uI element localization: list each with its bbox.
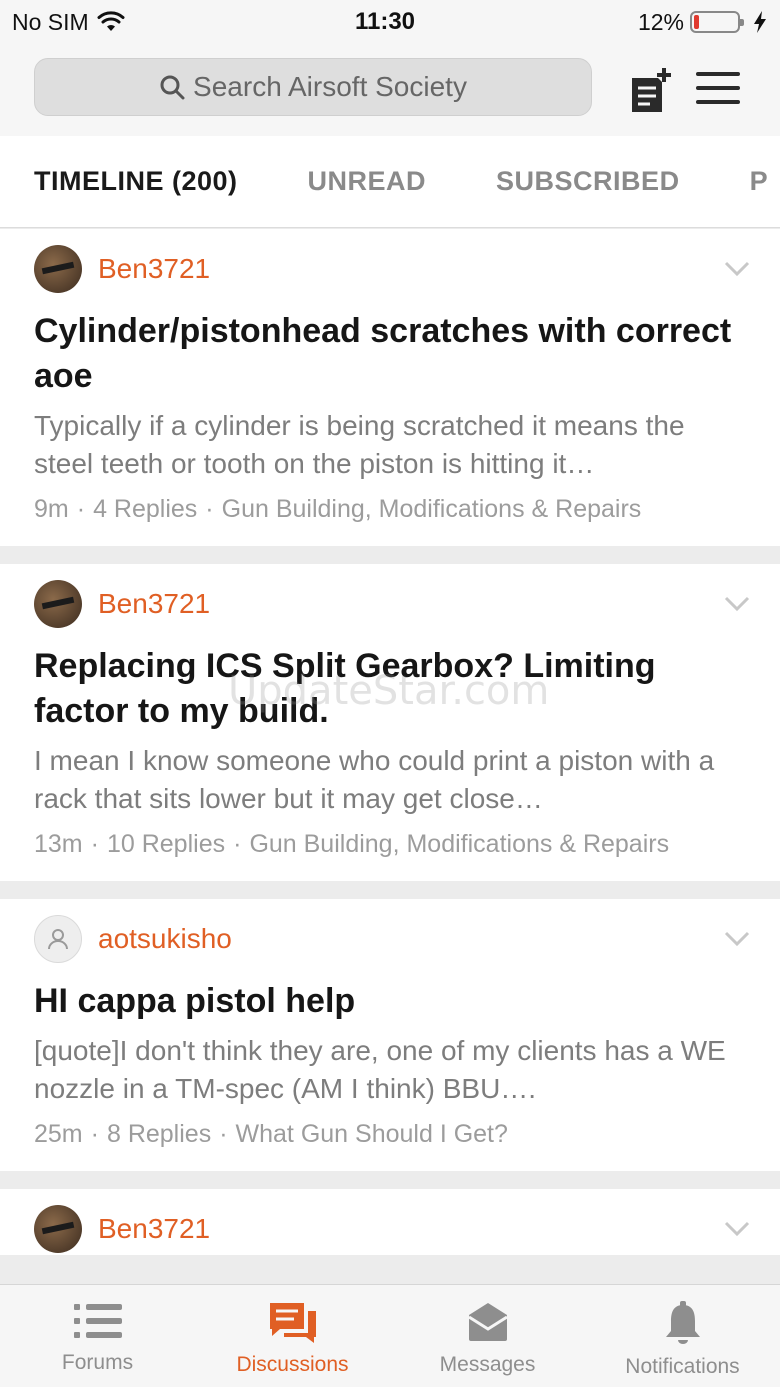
wifi-icon — [97, 11, 125, 31]
thread-replies: 4 Replies — [93, 495, 198, 523]
thread-meta: 9m · 4 Replies · Gun Building, Modifications… — [34, 495, 642, 523]
nav-forums[interactable]: Forums — [0, 1285, 195, 1387]
new-post-button[interactable] — [628, 66, 672, 116]
thread-header: aotsukisho — [34, 913, 746, 965]
bottom-nav: Forums Discussions Messages Notification… — [0, 1284, 780, 1387]
thread-time: 25m — [34, 1120, 83, 1148]
hamburger-icon-line — [696, 86, 740, 90]
tab-subscribed[interactable]: SUBSCRIBED — [496, 166, 680, 197]
chevron-down-icon[interactable] — [724, 596, 750, 612]
status-left: No SIM — [12, 9, 272, 36]
thread-card[interactable]: Ben3721 Replacing ICS Split Gearbox? Lim… — [0, 564, 780, 881]
status-bar: No SIM 11:30 12% — [0, 0, 780, 44]
chat-bubbles-icon — [269, 1303, 316, 1343]
thread-author[interactable]: Ben3721 — [98, 253, 210, 285]
thread-forum[interactable]: Gun Building, Modifications & Repairs — [249, 830, 669, 858]
thread-time: 9m — [34, 495, 69, 523]
list-icon — [73, 1304, 122, 1338]
thread-author[interactable]: Ben3721 — [98, 588, 210, 620]
thread-card[interactable]: Ben3721 Cylinder/pistonhead scratches wi… — [0, 229, 780, 546]
tab-unread[interactable]: UNREAD — [308, 166, 427, 197]
nav-discussions-label: Discussions — [236, 1353, 349, 1376]
thread-header: Ben3721 — [34, 1203, 746, 1255]
chevron-down-icon[interactable] — [724, 1221, 750, 1237]
nav-notifications[interactable]: Notifications — [585, 1285, 780, 1387]
hamburger-icon-line — [696, 100, 740, 104]
thread-snippet: I mean I know someone who could print a … — [34, 745, 715, 814]
thread-meta: 25m · 8 Replies · What Gun Should I Get? — [34, 1120, 508, 1148]
chevron-down-icon[interactable] — [724, 931, 750, 947]
thread-snippet: [quote]I don't think they are, one of my… — [34, 1035, 726, 1104]
tab-partial[interactable]: P — [750, 166, 769, 197]
nav-notifications-label: Notifications — [625, 1355, 740, 1378]
battery-percent: 12% — [637, 8, 684, 35]
charging-bolt-icon — [754, 11, 766, 33]
thread-snippet: Typically if a cylinder is being scratch… — [34, 410, 685, 479]
nav-forums-label: Forums — [61, 1351, 134, 1374]
thread-card[interactable]: aotsukisho HI cappa pistol help [quote]I… — [0, 899, 780, 1171]
avatar[interactable] — [34, 580, 82, 628]
nav-discussions[interactable]: Discussions — [195, 1285, 390, 1387]
battery-fill — [694, 15, 699, 29]
thread-header: Ben3721 — [34, 243, 746, 295]
tab-timeline[interactable]: TIMELINE (200) — [34, 166, 238, 197]
thread-title[interactable]: Replacing ICS Split Gearbox? Limiting fa… — [34, 644, 746, 734]
avatar[interactable] — [34, 1205, 82, 1253]
menu-button[interactable] — [696, 72, 740, 106]
thread-title[interactable]: Cylinder/pistonhead scratches with corre… — [34, 309, 746, 399]
search-placeholder: Search Airsoft Society — [193, 71, 467, 102]
envelope-icon — [467, 1303, 508, 1341]
new-post-icon — [632, 68, 671, 112]
nav-messages[interactable]: Messages — [390, 1285, 585, 1387]
status-time: 11:30 — [354, 8, 416, 35]
thread-author[interactable]: Ben3721 — [98, 1213, 210, 1245]
avatar[interactable] — [34, 245, 82, 293]
bell-icon — [665, 1301, 700, 1344]
nav-messages-label: Messages — [439, 1353, 536, 1376]
battery-icon — [690, 11, 744, 33]
thread-header: Ben3721 — [34, 578, 746, 630]
thread-card[interactable]: Ben3721 — [0, 1189, 780, 1255]
thread-author[interactable]: aotsukisho — [98, 923, 232, 955]
hamburger-icon-line — [696, 72, 740, 76]
chevron-down-icon[interactable] — [724, 261, 750, 277]
thread-forum[interactable]: Gun Building, Modifications & Repairs — [222, 495, 642, 523]
thread-replies: 8 Replies — [106, 1120, 212, 1148]
default-user-icon — [48, 929, 68, 950]
search-input[interactable]: Search Airsoft Society — [34, 58, 592, 116]
thread-feed: Ben3721 Cylinder/pistonhead scratches wi… — [0, 229, 780, 1284]
thread-replies: 10 Replies — [106, 830, 226, 858]
avatar[interactable] — [34, 915, 82, 963]
thread-forum[interactable]: What Gun Should I Get? — [236, 1120, 508, 1148]
feed-tabs: TIMELINE (200) UNREAD SUBSCRIBED P — [0, 136, 780, 228]
search-icon — [160, 75, 185, 100]
top-bar: Search Airsoft Society — [0, 44, 780, 136]
thread-meta: 13m · 10 Replies · Gun Building, Modificatio… — [34, 830, 670, 858]
thread-title[interactable]: HI cappa pistol help — [34, 979, 746, 1024]
carrier-label: No SIM — [12, 8, 89, 35]
status-right: 12% — [508, 9, 768, 36]
thread-time: 13m — [34, 830, 83, 858]
